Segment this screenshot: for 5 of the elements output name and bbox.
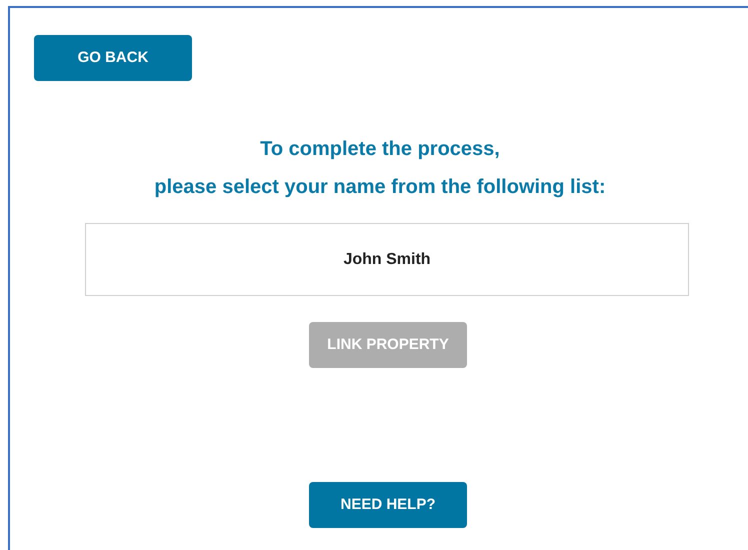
instruction-text: please select your name from the following list: <box>154 175 606 199</box>
instruction-text: To complete the process, <box>260 137 500 161</box>
go-back-button[interactable]: GO BACK <box>34 35 192 81</box>
name-list-item[interactable]: John Smith <box>85 223 689 296</box>
need-help-button[interactable]: NEED HELP? <box>309 482 467 528</box>
